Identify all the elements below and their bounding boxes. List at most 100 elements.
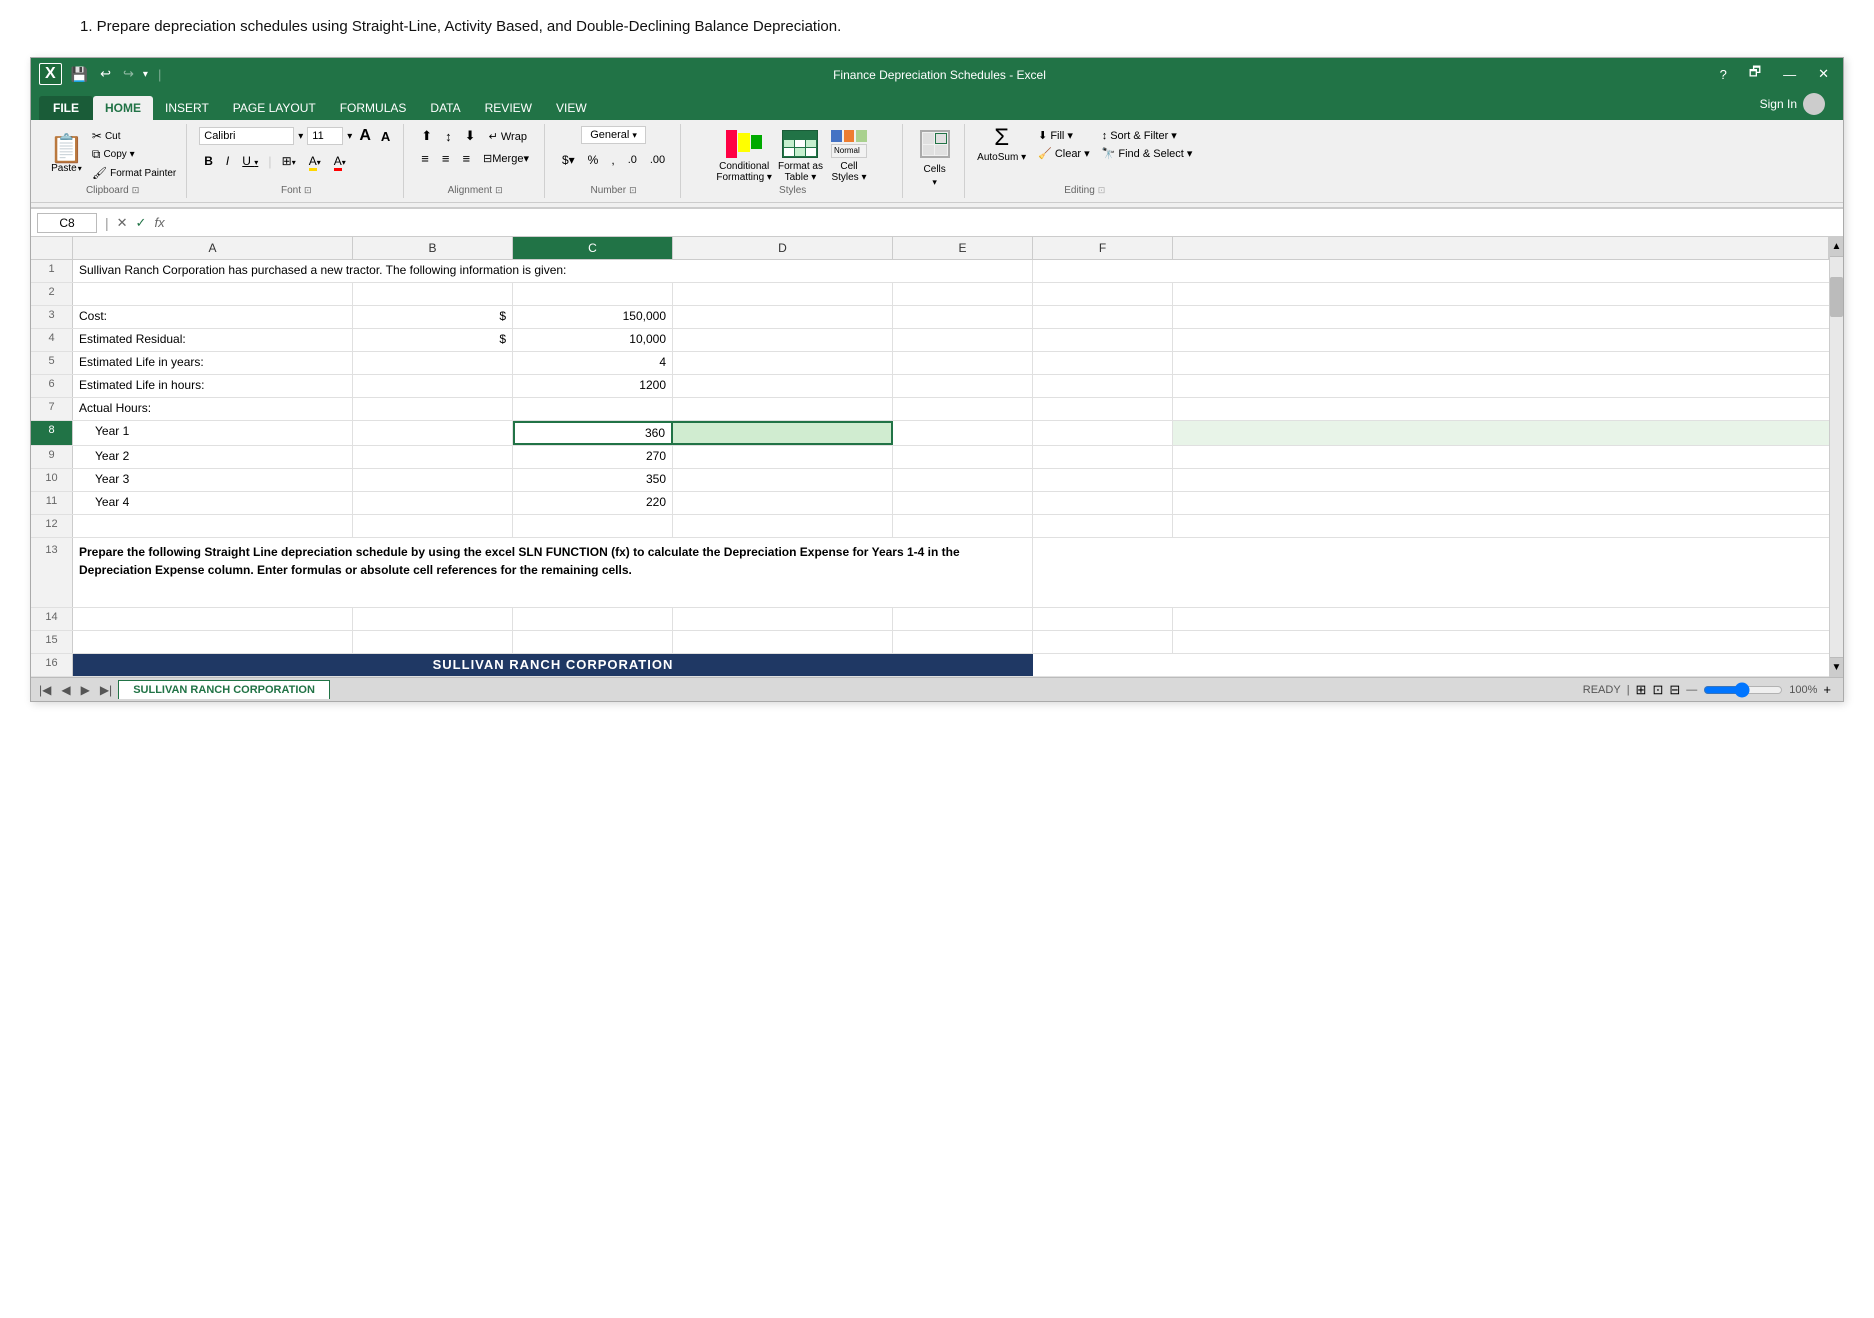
clipboard-expand-icon[interactable]: ⊡ (132, 185, 140, 196)
cell-c8[interactable]: 360 (513, 421, 673, 445)
cell-a13[interactable]: Prepare the following Straight Line depr… (73, 538, 1033, 607)
font-name-input[interactable] (199, 127, 294, 145)
format-as-table-button[interactable]: Format as Table ▾ (778, 126, 823, 183)
cell-a10[interactable]: Year 3 (73, 469, 353, 491)
align-middle-button[interactable]: ↕ (440, 126, 457, 146)
cell-f6[interactable] (1033, 375, 1173, 397)
minimize-button[interactable]: — (1777, 65, 1802, 84)
cell-e14[interactable] (893, 608, 1033, 630)
cell-a11[interactable]: Year 4 (73, 492, 353, 514)
cell-c5[interactable]: 4 (513, 352, 673, 374)
row-number[interactable]: 9 (31, 446, 73, 468)
cell-b4[interactable]: $ (353, 329, 513, 351)
cell-a16[interactable]: SULLIVAN RANCH CORPORATION (73, 654, 1033, 676)
cell-a14[interactable] (73, 608, 353, 630)
tab-file[interactable]: FILE (39, 96, 93, 120)
cell-c15[interactable] (513, 631, 673, 653)
cell-b5[interactable] (353, 352, 513, 374)
wrap-text-button[interactable]: ↵ Wrap (484, 126, 532, 146)
cell-b6[interactable] (353, 375, 513, 397)
cell-e9[interactable] (893, 446, 1033, 468)
cell-a2[interactable] (73, 283, 353, 305)
cell-a1[interactable]: Sullivan Ranch Corporation has purchased… (73, 260, 1033, 282)
number-expand-icon[interactable]: ⊡ (629, 185, 637, 196)
cell-f3[interactable] (1033, 306, 1173, 328)
col-header-f[interactable]: F (1033, 237, 1173, 259)
paste-button[interactable]: 📋 Paste ▾ (49, 135, 84, 174)
cell-a6[interactable]: Estimated Life in hours: (73, 375, 353, 397)
align-top-button[interactable]: ⬆ (416, 126, 437, 146)
cell-b3[interactable]: $ (353, 306, 513, 328)
cell-reference-box[interactable]: C8 (37, 213, 97, 233)
cell-d6[interactable] (673, 375, 893, 397)
cell-d5[interactable] (673, 352, 893, 374)
cell-f4[interactable] (1033, 329, 1173, 351)
row-number[interactable]: 14 (31, 608, 73, 630)
cell-e2[interactable] (893, 283, 1033, 305)
format-painter-button[interactable]: 🖌 Format Painter (92, 166, 176, 180)
row-number[interactable]: 11 (31, 492, 73, 514)
tab-insert[interactable]: INSERT (153, 96, 221, 120)
merge-button[interactable]: ⊟Merge▾ (478, 149, 534, 168)
cell-b8[interactable] (353, 421, 513, 445)
sheet-tab-sullivan[interactable]: SULLIVAN RANCH CORPORATION (118, 680, 330, 699)
cell-e8[interactable] (893, 421, 1033, 445)
page-break-view-button[interactable]: ⊟ (1669, 682, 1680, 698)
sheet-nav-first[interactable]: |◀ (35, 681, 55, 699)
percent-button[interactable]: % (583, 151, 604, 169)
col-header-b[interactable]: B (353, 237, 513, 259)
cell-c2[interactable] (513, 283, 673, 305)
cell-a8[interactable]: Year 1 (73, 421, 353, 445)
cell-e15[interactable] (893, 631, 1033, 653)
customize-icon[interactable]: ▾ (143, 69, 148, 80)
cell-a12[interactable] (73, 515, 353, 537)
cell-c3[interactable]: 150,000 (513, 306, 673, 328)
scroll-track[interactable] (1830, 257, 1843, 657)
font-color-button[interactable]: A▾ (329, 152, 351, 170)
scroll-thumb[interactable] (1830, 277, 1843, 317)
sort-filter-button[interactable]: ↕ Sort & Filter ▾ (1102, 129, 1193, 142)
cell-f15[interactable] (1033, 631, 1173, 653)
col-header-a[interactable]: A (73, 237, 353, 259)
cell-d7[interactable] (673, 398, 893, 420)
cells-button[interactable]: Cells ▾ (917, 126, 953, 188)
scroll-up-button[interactable]: ▲ (1830, 237, 1843, 257)
align-bottom-button[interactable]: ⬇ (460, 126, 481, 146)
row-number[interactable]: 4 (31, 329, 73, 351)
number-format-dropdown[interactable]: General ▾ (581, 126, 646, 144)
sheet-nav-prev[interactable]: ◀ (57, 681, 74, 699)
cell-c12[interactable] (513, 515, 673, 537)
row-number[interactable]: 3 (31, 306, 73, 328)
row-number[interactable]: 1 (31, 260, 73, 282)
save-icon[interactable]: 💾 (68, 64, 91, 85)
undo-icon[interactable]: ↩ (97, 64, 114, 84)
cell-d14[interactable] (673, 608, 893, 630)
increase-decimal-button[interactable]: .00 (645, 151, 670, 169)
restore-button[interactable]: 🗗 (1743, 61, 1767, 87)
autosum-button[interactable]: Σ AutoSum ▾ (977, 126, 1026, 163)
cell-e4[interactable] (893, 329, 1033, 351)
cell-d8[interactable] (673, 421, 893, 445)
sign-in-area[interactable]: Sign In (1750, 88, 1835, 120)
col-header-c[interactable]: C (513, 237, 673, 259)
row-number[interactable]: 12 (31, 515, 73, 537)
cell-f9[interactable] (1033, 446, 1173, 468)
conditional-formatting-button[interactable]: Conditional Formatting ▾ (716, 126, 772, 183)
cell-c9[interactable]: 270 (513, 446, 673, 468)
close-button[interactable]: ✕ (1812, 64, 1835, 84)
cell-b10[interactable] (353, 469, 513, 491)
cell-a9[interactable]: Year 2 (73, 446, 353, 468)
cell-f8[interactable] (1033, 421, 1173, 445)
find-select-button[interactable]: 🔭 Find & Select ▾ (1102, 147, 1193, 160)
cell-c6[interactable]: 1200 (513, 375, 673, 397)
tab-data[interactable]: DATA (418, 96, 472, 120)
cell-e7[interactable] (893, 398, 1033, 420)
font-expand-icon[interactable]: ⊡ (304, 185, 312, 196)
zoom-slider[interactable] (1703, 683, 1783, 697)
cell-e11[interactable] (893, 492, 1033, 514)
borders-button[interactable]: ⊞▾ (277, 152, 301, 170)
cell-a7[interactable]: Actual Hours: (73, 398, 353, 420)
cell-c11[interactable]: 220 (513, 492, 673, 514)
cell-c7[interactable] (513, 398, 673, 420)
decrease-font-icon[interactable]: A (378, 128, 393, 145)
